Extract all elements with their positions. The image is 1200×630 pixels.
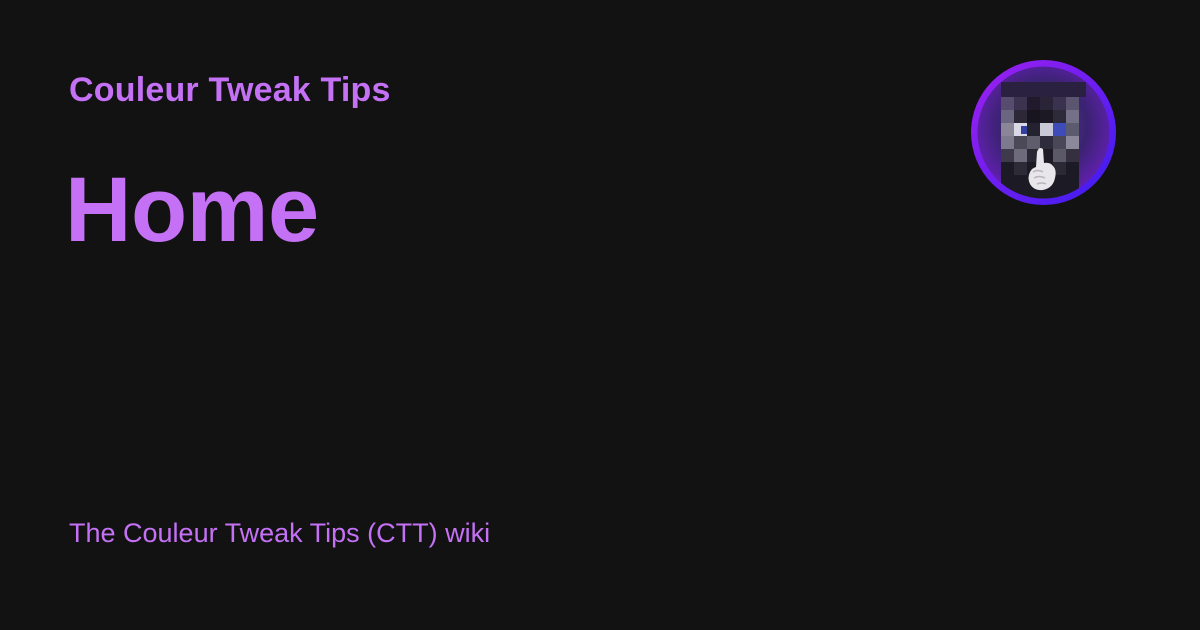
social-card: Couleur Tweak Tips Home The Couleur Twea… — [0, 0, 1200, 630]
page-description: The Couleur Tweak Tips (CTT) wiki — [69, 518, 491, 548]
pixelated-hooded-figure-shush-icon — [971, 60, 1116, 205]
site-logo — [971, 60, 1116, 205]
site-name: Couleur Tweak Tips — [69, 71, 391, 109]
page-title: Home — [65, 159, 319, 261]
